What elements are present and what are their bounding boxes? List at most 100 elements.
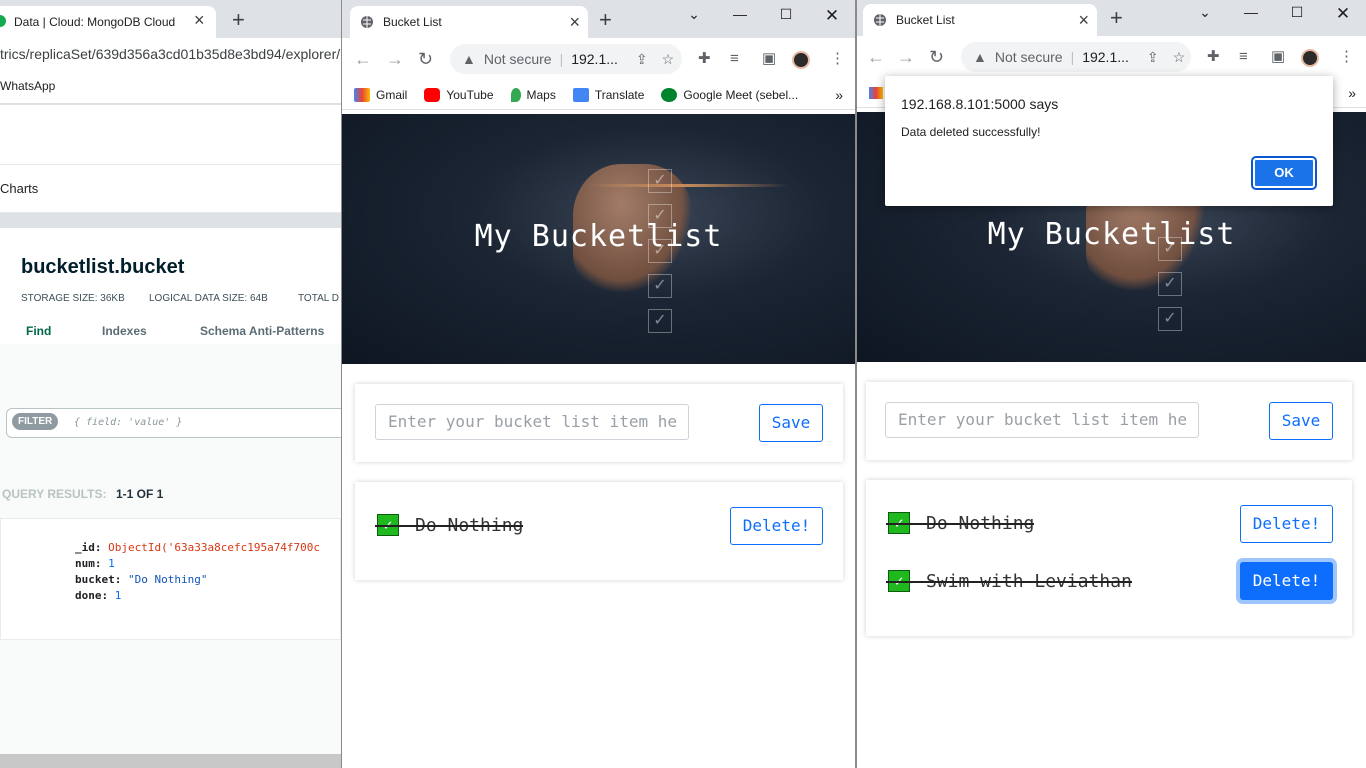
tab-schema-anti-patterns[interactable]: Schema Anti-Patterns [200, 324, 324, 338]
maximize-icon[interactable]: ☐ [1285, 4, 1309, 21]
close-icon[interactable]: × [569, 12, 580, 32]
mongo-tab[interactable]: Data | Cloud: MongoDB Cloud × [0, 6, 216, 38]
close-window-icon[interactable]: ✕ [820, 6, 844, 26]
forward-icon[interactable]: → [897, 48, 915, 66]
query-results-label: QUERY RESULTS: [2, 487, 107, 501]
list-item: ✓ Do Nothing [886, 512, 1035, 534]
close-window-icon[interactable]: ✕ [1331, 4, 1355, 24]
ok-button[interactable]: OK [1251, 156, 1317, 190]
minimize-icon[interactable]: — [728, 6, 752, 22]
bookmark-translate[interactable]: Translate [572, 87, 645, 102]
bookmark-whatsapp[interactable]: WhatsApp [0, 79, 55, 93]
bookmarks-bar: Gmail YouTube Maps Translate Google Meet… [342, 80, 855, 110]
minimize-icon[interactable]: — [1239, 4, 1263, 20]
tab-strip: Bucket List × + ⌄ — ☐ ✕ [857, 0, 1366, 36]
tab-search-icon[interactable]: ⌄ [682, 6, 706, 23]
bucket-item-input[interactable]: Enter your bucket list item he [885, 402, 1199, 438]
field-key: done: [75, 589, 109, 602]
tab-title: Bucket List [383, 15, 442, 29]
warning-icon: ▲ [462, 51, 476, 67]
hero-title: My Bucketlist [987, 217, 1236, 252]
field-value: 1 [108, 557, 115, 570]
new-tab-icon[interactable]: + [232, 8, 245, 32]
field-key: bucket: [75, 573, 122, 586]
tab-bucket-list[interactable]: Bucket List × [350, 6, 588, 38]
tab-find[interactable]: Find [26, 324, 51, 338]
hero-check-icon: ✓ [648, 274, 672, 298]
menu-icon[interactable]: ⋮ [830, 51, 845, 67]
close-icon[interactable]: × [1078, 10, 1089, 30]
field-key: num: [75, 557, 102, 570]
address-bar[interactable]: ▲ Not secure | 192.1... ⇪ ☆ [450, 44, 682, 74]
alert-dialog: 192.168.8.101:5000 says Data deleted suc… [885, 76, 1333, 206]
save-button[interactable]: Save [1269, 402, 1333, 440]
mongodb-icon [0, 15, 6, 27]
tab-indexes[interactable]: Indexes [102, 324, 147, 338]
forward-icon[interactable]: → [386, 50, 404, 68]
more-bookmarks-icon[interactable]: » [835, 87, 843, 103]
globe-icon [874, 14, 886, 26]
extensions-icon[interactable]: ✚ [698, 51, 711, 67]
address-bar[interactable]: trics/replicaSet/639d356a3cd01b35d8e3bd9… [0, 46, 340, 62]
back-icon[interactable]: ← [867, 48, 885, 66]
bookmark-label: Translate [594, 87, 645, 102]
more-bookmarks-icon[interactable]: » [1348, 85, 1356, 101]
tab-search-icon[interactable]: ⌄ [1193, 4, 1217, 21]
profile-avatar[interactable] [1301, 49, 1319, 67]
bookmark-star-icon[interactable]: ☆ [1173, 49, 1186, 66]
bucketlist-browser-window-right: Bucket List × + ⌄ — ☐ ✕ ← → ↻ ▲ Not secu… [856, 0, 1366, 768]
dialog-origin: 192.168.8.101:5000 says [901, 96, 1059, 112]
filter-badge: FILTER [12, 413, 59, 430]
filter-input[interactable]: FILTER { field: 'value' } [6, 408, 341, 438]
horizontal-scrollbar[interactable] [0, 754, 341, 768]
extensions-icon[interactable]: ✚ [1207, 49, 1220, 65]
media-control-icon[interactable]: ≡ [1239, 49, 1248, 65]
delete-button[interactable]: Delete! [730, 507, 823, 545]
hero-check-icon: ✓ [648, 169, 672, 193]
address-bar[interactable]: ▲ Not secure | 192.1... ⇪ ☆ [961, 42, 1191, 72]
nav-item-charts[interactable]: Charts [0, 181, 38, 196]
bookmark-gmail[interactable]: Gmail [354, 87, 407, 102]
youtube-icon [424, 87, 441, 102]
back-icon[interactable]: ← [354, 50, 372, 68]
reload-icon[interactable]: ↻ [418, 50, 433, 68]
input-card: Enter your bucket list item he Save [866, 382, 1352, 460]
bookmark-youtube[interactable]: YouTube [424, 87, 494, 102]
new-tab-icon[interactable]: + [599, 8, 612, 32]
profile-avatar[interactable] [792, 51, 810, 69]
url-text: 192.1... [1082, 49, 1129, 65]
save-button[interactable]: Save [759, 404, 823, 442]
media-control-icon[interactable]: ≡ [730, 51, 739, 67]
hero-check-icon: ✓ [1158, 272, 1182, 296]
maximize-icon[interactable]: ☐ [774, 6, 798, 23]
globe-icon [361, 16, 373, 28]
delete-button[interactable]: Delete! [1240, 562, 1333, 600]
tab-bucket-list[interactable]: Bucket List × [863, 4, 1097, 36]
side-panel-icon[interactable]: ▣ [1271, 49, 1285, 65]
field-key: _id: [75, 541, 102, 554]
field-value: 1 [114, 589, 122, 602]
share-icon[interactable]: ⇪ [636, 51, 648, 68]
delete-button[interactable]: Delete! [1240, 505, 1333, 543]
side-panel-icon[interactable]: ▣ [762, 51, 776, 67]
bucket-item-input[interactable]: Enter your bucket list item he [375, 404, 689, 440]
logical-data-size: LOGICAL DATA SIZE: 64B [149, 293, 268, 304]
reload-icon[interactable]: ↻ [929, 48, 944, 66]
share-icon[interactable]: ⇪ [1147, 49, 1159, 66]
gmail-icon[interactable] [869, 86, 883, 99]
bookmark-maps[interactable]: Maps [510, 87, 556, 102]
translate-icon [572, 87, 589, 102]
hero-check-icon: ✓ [1158, 307, 1182, 331]
query-results-count: 1-1 OF 1 [116, 487, 164, 501]
bookmark-star-icon[interactable]: ☆ [662, 51, 675, 68]
document-card[interactable]: _id: ObjectId('63a33a8cefc195a74f700c nu… [0, 518, 341, 640]
bucketlist-browser-window-left: Bucket List × + ⌄ — ☐ ✕ ← → ↻ ▲ Not secu… [341, 0, 856, 768]
field-value: "Do Nothing" [127, 573, 208, 586]
new-tab-icon[interactable]: + [1110, 6, 1123, 30]
bookmark-label: YouTube [446, 87, 494, 102]
toolbar: ← → ↻ ▲ Not secure | 192.1... ⇪ ☆ ✚ ≡ ▣ … [342, 38, 855, 80]
hero-banner: ✓ ✓ ✓ ✓ ✓ My Bucketlist [342, 114, 855, 364]
menu-icon[interactable]: ⋮ [1339, 49, 1354, 65]
bookmark-google-meet[interactable]: Google Meet (sebel... [661, 87, 798, 102]
close-icon[interactable]: × [194, 10, 205, 31]
